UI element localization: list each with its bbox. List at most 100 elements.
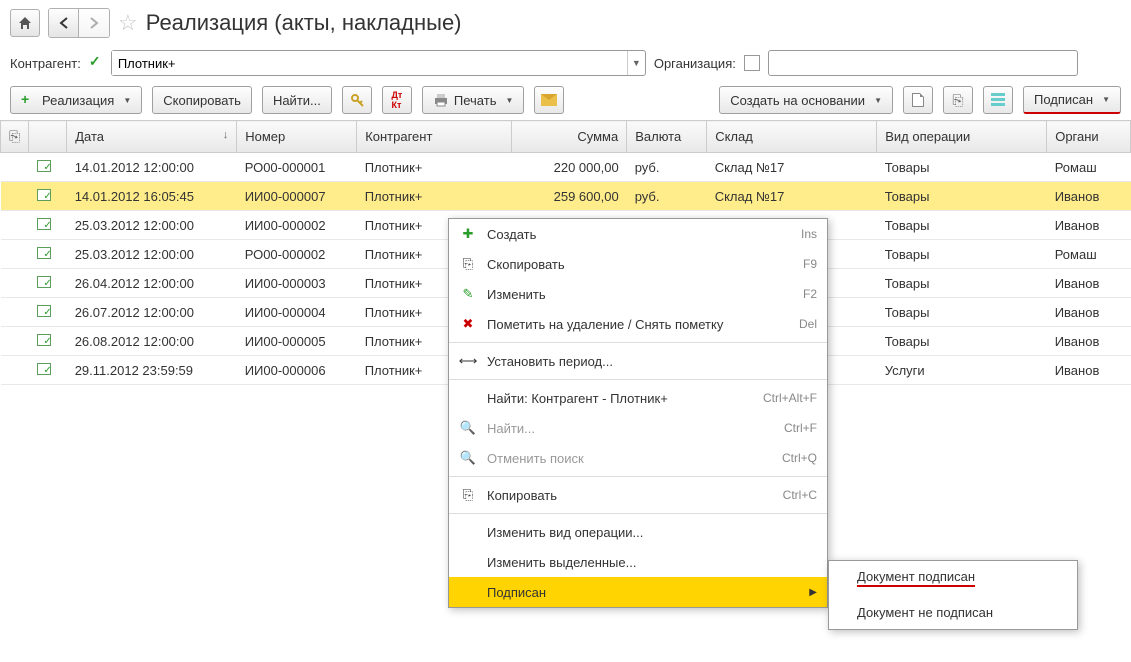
ctx-cancel-find[interactable]: 🔍Отменить поискCtrl+Q [449,443,827,473]
cell-warehouse: Склад №17 [707,153,877,182]
forward-button[interactable] [79,9,109,37]
col-org[interactable]: Органи [1047,121,1131,153]
copy-icon: ⎘ [459,487,477,503]
magnifier-x-icon: 🔍 [459,450,477,466]
dt-kt-button[interactable]: ДтКт [382,86,412,114]
separator [449,513,827,514]
ctx-change-optype[interactable]: Изменить вид операции... [449,517,827,547]
cell-warehouse: Склад №17 [707,182,877,211]
doc-status-icon [37,305,51,317]
sub-doc-signed[interactable]: Документ подписан [829,561,1077,595]
realization-button[interactable]: + Реализация [10,86,142,114]
col-optype[interactable]: Вид операции [877,121,1047,153]
nav-group [48,8,110,38]
cell-org: Иванов [1047,356,1131,385]
cell-number: ИИ00-000004 [237,298,357,327]
back-button[interactable] [49,9,79,37]
cell-sum: 220 000,00 [512,153,627,182]
cell-optype: Товары [877,153,1047,182]
col-currency[interactable]: Валюта [627,121,707,153]
cell-optype: Товары [877,240,1047,269]
search-key-button[interactable] [342,86,372,114]
context-menu: ✚СоздатьIns ⎘СкопироватьF9 ✎ИзменитьF2 ✖… [448,218,828,608]
ctx-copy-clipboard[interactable]: ⎘КопироватьCtrl+C [449,480,827,510]
doc-button[interactable] [903,86,933,114]
cell-optype: Товары [877,211,1047,240]
mail-button[interactable] [534,86,564,114]
clip-button[interactable]: ⎘ [943,86,973,114]
col-sum[interactable]: Сумма [512,121,627,153]
cell-date: 25.03.2012 12:00:00 [67,211,237,240]
print-button[interactable]: Печать [422,86,525,114]
cell-number: РО00-000002 [237,240,357,269]
magnifier-icon: 🔍 [459,420,477,436]
cell-org: Ромаш [1047,240,1131,269]
cell-optype: Товары [877,298,1047,327]
separator [449,476,827,477]
rows-button[interactable] [983,86,1013,114]
cell-date: 25.03.2012 12:00:00 [67,240,237,269]
plus-icon: ✚ [459,226,477,242]
org-input[interactable] [768,50,1078,76]
col-icon[interactable] [29,121,67,153]
find-button[interactable]: Найти... [262,86,332,114]
doc-status-icon [37,189,51,201]
cell-number: ИИ00-000006 [237,356,357,385]
cell-org: Ромаш [1047,153,1131,182]
x-icon: ✖ [459,316,477,332]
ctx-edit[interactable]: ✎ИзменитьF2 [449,279,827,309]
cell-date: 26.08.2012 12:00:00 [67,327,237,356]
sub-doc-not-signed[interactable]: Документ не подписан [829,595,1077,629]
counterparty-input[interactable] [112,51,627,75]
copy-icon: ⎘ [459,256,477,272]
cell-number: ИИ00-000002 [237,211,357,240]
dt-kt-icon: ДтКт [391,90,402,110]
cell-date: 29.11.2012 23:59:59 [67,356,237,385]
cell-number: ИИ00-000007 [237,182,357,211]
ctx-copy[interactable]: ⎘СкопироватьF9 [449,249,827,279]
org-label: Организация: [654,56,736,71]
separator [449,342,827,343]
check-green-icon[interactable] [89,56,103,70]
plus-icon: + [21,92,37,108]
col-date[interactable]: Дата↓ [67,121,237,153]
col-clip[interactable]: ⎘ [1,121,29,153]
ctx-signed[interactable]: Подписан▶ [449,577,827,607]
cell-optype: Товары [877,182,1047,211]
create-based-button[interactable]: Создать на основании [719,86,893,114]
chevron-right-icon: ▶ [809,587,817,598]
counterparty-combo[interactable]: ▼ [111,50,646,76]
clip-icon: ⎘ [9,128,20,144]
org-checkbox[interactable] [744,55,760,71]
ctx-change-selected[interactable]: Изменить выделенные... [449,547,827,577]
cell-counterparty: Плотник+ [357,182,512,211]
doc-status-icon [37,334,51,346]
ctx-period[interactable]: ⟷Установить период... [449,346,827,376]
col-warehouse[interactable]: Склад [707,121,877,153]
ctx-mark-delete[interactable]: ✖Пометить на удаление / Снять пометкуDel [449,309,827,339]
cell-org: Иванов [1047,182,1131,211]
doc-icon [912,93,924,107]
table-row[interactable]: 14.01.2012 16:05:45 ИИ00-000007 Плотник+… [1,182,1131,211]
ctx-find[interactable]: 🔍Найти...Ctrl+F [449,413,827,443]
signed-submenu: Документ подписан Документ не подписан [828,560,1078,630]
pencil-icon: ✎ [459,286,477,302]
col-number[interactable]: Номер [237,121,357,153]
copy-button[interactable]: Скопировать [152,86,252,114]
ctx-create[interactable]: ✚СоздатьIns [449,219,827,249]
rows-icon [991,93,1005,107]
sort-down-icon: ↓ [223,129,229,141]
cell-number: ИИ00-000003 [237,269,357,298]
home-button[interactable] [10,9,40,37]
doc-status-icon [37,276,51,288]
favorite-star-icon[interactable]: ☆ [118,10,138,36]
col-counterparty[interactable]: Контрагент [357,121,512,153]
separator [449,379,827,380]
counterparty-dropdown-button[interactable]: ▼ [627,51,645,75]
table-row[interactable]: 14.01.2012 12:00:00 РО00-000001 Плотник+… [1,153,1131,182]
doc-status-icon [37,218,51,230]
signed-button[interactable]: Подписан [1023,86,1121,114]
key-icon [349,92,365,108]
clip-icon: ⎘ [952,92,963,109]
ctx-find-cp[interactable]: Найти: Контрагент - Плотник+Ctrl+Alt+F [449,383,827,413]
